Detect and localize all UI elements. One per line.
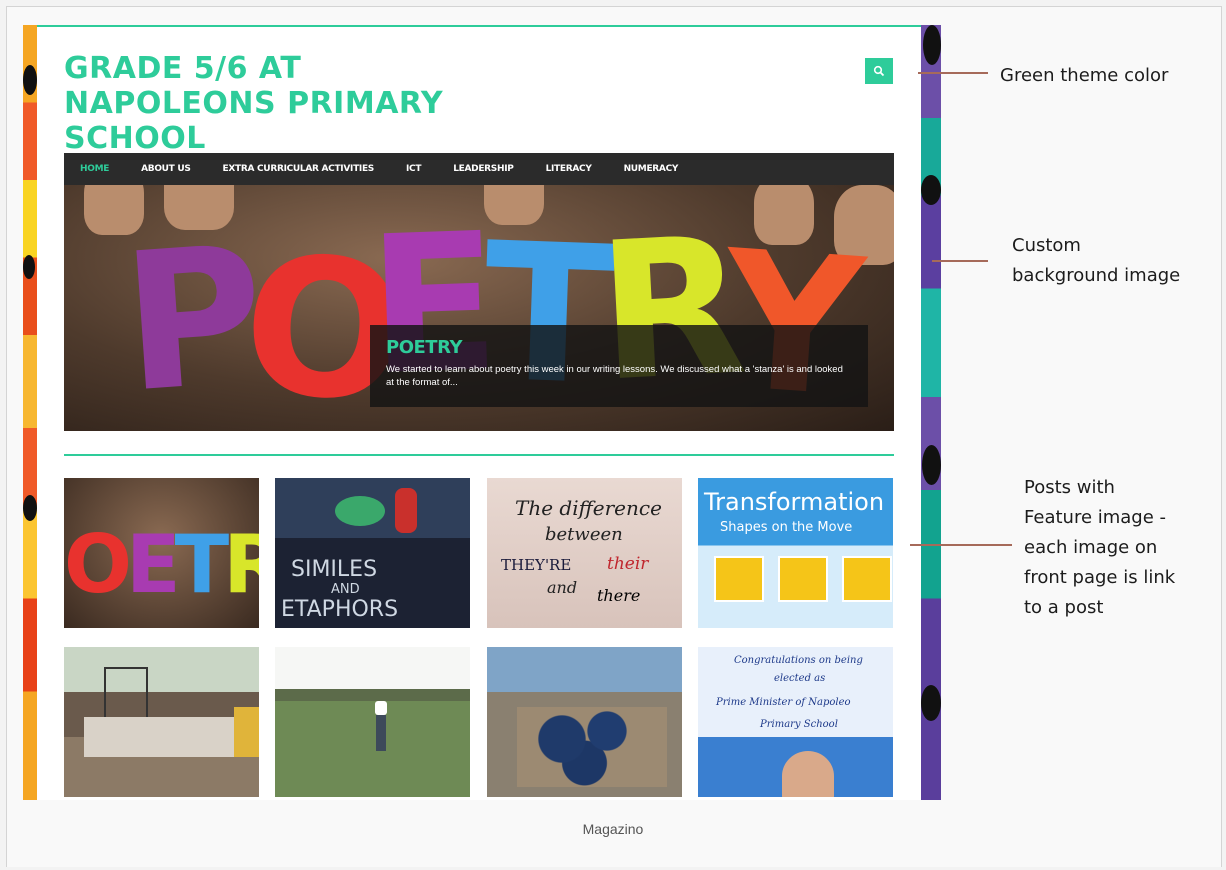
post-thumbnail-difference[interactable]: The difference between THEY'RE their and… (487, 478, 682, 628)
post-thumbnail-class-group[interactable] (487, 647, 682, 797)
nav-item-literacy[interactable]: LITERACY (546, 164, 592, 174)
photo-detail (234, 707, 259, 757)
annotation-posts-line3: each image on (1024, 537, 1158, 558)
thumbnail-text: between (545, 524, 623, 545)
search-icon (873, 65, 885, 77)
annotation-pointer (932, 260, 988, 262)
background-shape (922, 445, 941, 485)
annotation-posts-line5: to a post (1024, 597, 1104, 618)
annotation-pointer (918, 72, 988, 74)
cartoon-character (395, 488, 417, 533)
background-shape (23, 65, 37, 95)
theme-screenshot: GRADE 5/6 AT NAPOLEONS PRIMARY SCHOOL HO… (23, 25, 941, 800)
section-divider (64, 454, 894, 456)
shape-tile (714, 556, 764, 602)
photo-detail (104, 667, 148, 721)
thumbnail-text: Congratulations on being (734, 655, 863, 666)
post-thumbnail-classroom[interactable] (64, 647, 259, 797)
post-thumbnail-similes[interactable]: SIMILES AND ETAPHORS (275, 478, 470, 628)
thumbnail-text: ETAPHORS (281, 597, 399, 622)
post-thumbnail-transformation[interactable]: Transformation Shapes on the Move (698, 478, 893, 628)
cartoon-character (335, 496, 385, 526)
tree-line (275, 689, 470, 701)
shape-tile (842, 556, 892, 602)
figure-caption: Magazino (582, 821, 644, 837)
student-face (782, 751, 834, 797)
thumbnail-text: Primary School (760, 719, 838, 730)
search-button[interactable] (865, 58, 893, 84)
post-thumbnail-poetry[interactable]: OETR (64, 478, 259, 628)
site-title[interactable]: GRADE 5/6 AT NAPOLEONS PRIMARY SCHOOL (64, 51, 524, 156)
background-shape (23, 255, 35, 279)
annotation-posts-line2: Feature image - (1024, 507, 1167, 528)
thumbnail-text: Prime Minister of Napoleo (716, 697, 851, 708)
students-group (517, 707, 667, 787)
main-nav: HOME ABOUT US EXTRA CURRICULAR ACTIVITIE… (64, 153, 894, 185)
annotation-background-line1: Custom (1012, 235, 1081, 256)
shape-tile (778, 556, 828, 602)
annotation-theme-color: Green theme color (1000, 65, 1169, 86)
thumbnail-text: elected as (774, 673, 826, 684)
nav-item-home[interactable]: HOME (80, 164, 109, 174)
thumbnail-text: THEY'RE (501, 556, 572, 574)
background-shape (923, 25, 941, 65)
nav-item-numeracy[interactable]: NUMERACY (624, 164, 679, 174)
thumbnail-text: there (597, 586, 641, 605)
featured-slider[interactable]: P O E T R Y POETRY We started to learn a… (64, 185, 894, 431)
thumbnail-text: The difference (515, 496, 662, 520)
nav-item-extra-curricular[interactable]: EXTRA CURRICULAR ACTIVITIES (223, 164, 375, 174)
photo-detail (84, 717, 244, 757)
nav-item-leadership[interactable]: LEADERSHIP (453, 164, 514, 174)
post-thumbnail-prime-minister[interactable]: Congratulations on being elected as Prim… (698, 647, 893, 797)
thumbnail-text: and (547, 578, 578, 597)
person-figure (376, 715, 386, 751)
post-thumbnail-field[interactable] (275, 647, 470, 797)
person-figure (375, 701, 387, 715)
annotation-posts-line4: front page is link (1024, 567, 1176, 588)
custom-background-right (919, 25, 941, 800)
background-shape (921, 175, 941, 205)
site-page: GRADE 5/6 AT NAPOLEONS PRIMARY SCHOOL HO… (37, 25, 921, 800)
annotation-background-line2: background image (1012, 265, 1181, 286)
thumbnail-heading: Transformation (704, 488, 885, 516)
thumbnail-letters: OETR (64, 518, 259, 611)
background-shape (23, 495, 37, 521)
background-shape (921, 685, 941, 721)
slider-caption-title[interactable]: POETRY (386, 337, 462, 358)
nav-item-ict[interactable]: ICT (406, 164, 422, 174)
thumbnail-text: their (607, 554, 649, 574)
nav-item-about-us[interactable]: ABOUT US (141, 164, 191, 174)
annotation-pointer (910, 544, 1012, 546)
thumbnail-subheading: Shapes on the Move (720, 520, 853, 535)
slider-caption-excerpt: We started to learn about poetry this we… (386, 364, 843, 388)
annotation-posts-line1: Posts with (1024, 477, 1115, 498)
slider-caption[interactable]: POETRY We started to learn about poetry … (370, 325, 868, 407)
thumbnail-text: SIMILES (291, 557, 378, 582)
